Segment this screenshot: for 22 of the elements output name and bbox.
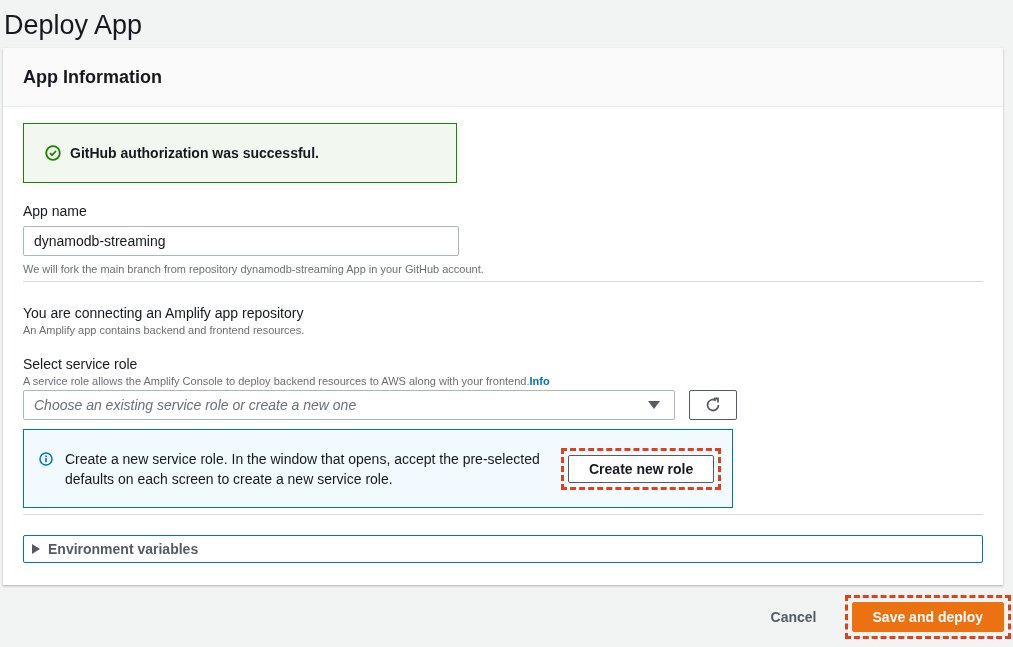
service-role-select[interactable]: Choose an existing service role or create a new one — [23, 390, 675, 420]
info-link[interactable]: Info — [529, 375, 550, 387]
panel-title: App Information — [23, 67, 162, 87]
app-name-input[interactable]: dynamodb-streaming — [23, 226, 459, 256]
info-message: Create a new service role. In the window that opens, accept the pre-selected defaults on each screen to create a new service role. — [65, 449, 541, 489]
info-icon — [39, 452, 53, 466]
cancel-button[interactable]: Cancel — [762, 604, 825, 630]
field-hint: We will fork the main branch from repository dynamodb-streaming App in your GitHub account. — [23, 263, 485, 275]
field-label: Select service role — [23, 355, 139, 373]
caret-right-icon — [32, 544, 40, 554]
field-label: App name — [23, 202, 88, 220]
refresh-icon — [705, 397, 721, 413]
field-description: A service role allows the Amplify Console to deploy backend resources to AWS along with your frontend.Info — [23, 375, 551, 387]
create-role-button[interactable]: Create new role — [568, 454, 715, 483]
refresh-button[interactable] — [689, 390, 737, 420]
check-circle-icon — [45, 145, 61, 161]
caret-down-icon — [648, 401, 660, 409]
page-title: Deploy App — [3, 9, 144, 42]
environment-variables-expander[interactable]: Environment variables — [23, 535, 983, 563]
section-heading: You are connecting an Amplify app repository — [23, 304, 305, 322]
alert-message: GitHub authorization was successful. — [70, 145, 319, 161]
section-description: An Amplify app contains backend and frontend resources. — [23, 324, 306, 336]
